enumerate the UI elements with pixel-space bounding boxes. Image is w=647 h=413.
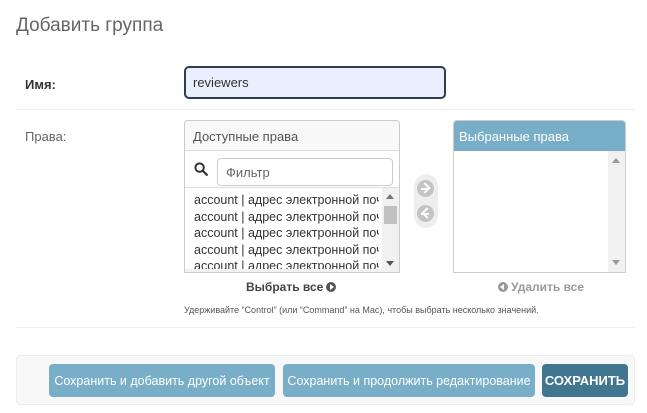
arrow-left-circle-icon [498,282,508,292]
scroll-up-icon[interactable] [386,194,394,199]
selector-chooser [414,174,438,228]
save-and-continue-button[interactable]: Сохранить и продолжить редактирование [283,364,535,397]
remove-all-label: Удалить все [511,280,585,294]
page-title: Добавить группа [16,15,164,36]
scrollbar-thumb[interactable] [384,206,397,224]
filter-input[interactable] [217,158,393,186]
arrow-right-circle-icon[interactable] [417,180,434,197]
arrow-right-circle-icon [326,282,337,292]
list-item[interactable]: account | адрес электронной почты | Can … [194,242,379,259]
scroll-down-icon[interactable] [612,260,620,265]
name-label: Имя: [25,77,56,92]
list-item[interactable]: account | адрес электронной почты | Can … [194,192,379,209]
chosen-permissions-list[interactable] [454,151,625,272]
chosen-permissions-title: Выбранные права [454,121,625,151]
name-input[interactable] [184,66,446,99]
list-item[interactable]: account | адрес электронной почты | Can … [194,225,379,242]
horizontal-scrollbar[interactable] [185,269,384,272]
scroll-down-icon[interactable] [386,261,394,266]
available-permissions-box: Доступные права account | адрес электрон… [184,120,400,273]
permissions-label: Права: [25,129,67,144]
remove-all-link[interactable]: Удалить все [498,280,584,294]
list-item[interactable]: account | адрес электронной почты | Can … [194,209,379,226]
permissions-form-row: Права: Доступные права account | адрес э… [16,110,635,328]
save-button[interactable]: СОХРАНИТЬ [542,364,628,397]
scroll-up-icon[interactable] [612,158,620,163]
choose-all-label: Выбрать все [246,280,324,294]
arrow-left-circle-icon[interactable] [417,205,434,222]
vertical-scrollbar[interactable] [382,188,399,272]
name-form-row: Имя: [16,57,635,110]
vertical-scrollbar[interactable] [608,151,625,272]
save-and-add-another-button[interactable]: Сохранить и добавить другой объект [49,364,275,397]
chosen-permissions-box: Выбранные права [453,120,626,273]
search-icon [194,162,208,176]
choose-all-link[interactable]: Выбрать все [246,280,337,294]
filter-bar [185,151,399,188]
available-permissions-list[interactable]: account | адрес электронной почты | Can … [185,188,399,272]
submit-row: Сохранить и добавить другой объект Сохра… [16,355,635,405]
available-permissions-title: Доступные права [185,121,399,151]
help-text: Удерживайте “Control” (или “Command” на … [184,305,539,315]
